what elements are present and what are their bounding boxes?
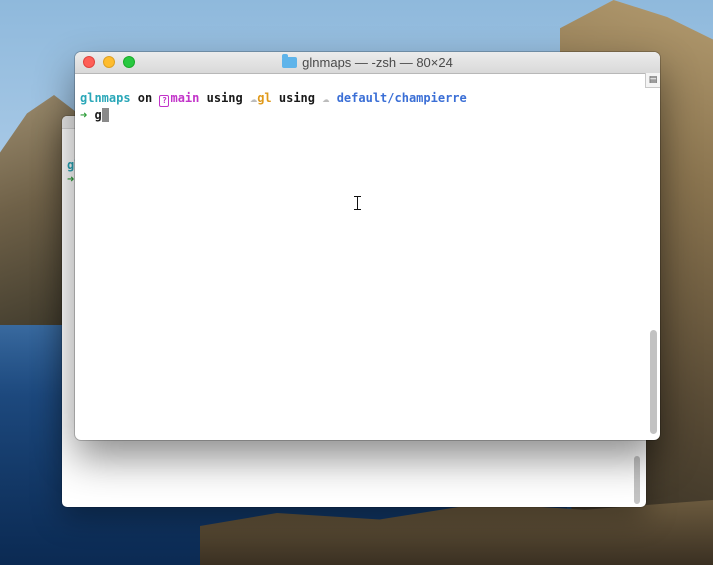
command-input[interactable]: g [87, 108, 101, 122]
input-line[interactable]: ➜ g [80, 107, 640, 123]
prompt-branch: main [170, 91, 200, 105]
prompt-using-1: using [199, 91, 250, 105]
git-branch-icon: ? [159, 95, 170, 107]
terminal-content[interactable]: glnmaps on ? main using ☁gl using ☁ defau… [80, 90, 640, 123]
prompt-line: glnmaps on ? main using ☁gl using ☁ defau… [80, 90, 640, 107]
prompt-gcp-project: gl [257, 91, 272, 105]
folder-icon [282, 54, 298, 68]
terminal-window[interactable]: glnmaps — -zsh — 80×24 ▤ glnmaps on ? mai… [75, 52, 660, 440]
prompt-context: default/champierre [329, 91, 467, 105]
prompt-on: on [130, 91, 160, 105]
back-prompt-arrow: ➜ [67, 172, 75, 186]
window-title: glnmaps — -zsh — 80×24 [75, 54, 660, 70]
back-window-scrollbar[interactable] [634, 456, 640, 504]
ibeam-cursor-icon [354, 196, 361, 210]
scrollbar-thumb[interactable] [650, 330, 657, 434]
window-titlebar[interactable]: glnmaps — -zsh — 80×24 [75, 52, 660, 74]
prompt-using-2: using [271, 91, 323, 105]
prompt-directory: glnmaps [80, 91, 131, 105]
tab-overview-icon[interactable]: ▤ [645, 73, 660, 88]
text-cursor [101, 108, 109, 122]
window-title-text: glnmaps — -zsh — 80×24 [302, 55, 453, 70]
